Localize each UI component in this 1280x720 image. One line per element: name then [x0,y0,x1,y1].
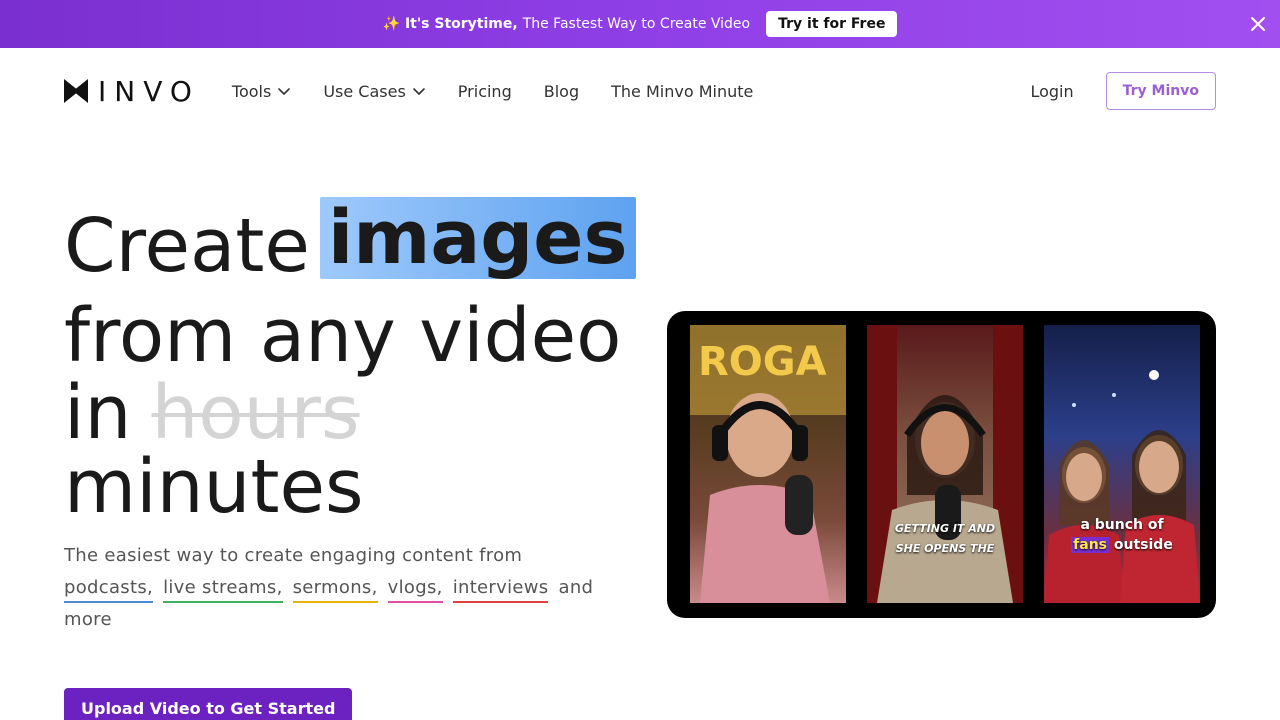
caption-text: outside [1113,537,1173,553]
caption-highlight: fans [1071,537,1110,553]
tag-interviews[interactable]: interviews [452,575,549,603]
nav-item-tools[interactable]: Tools [232,82,291,101]
logo-mark-icon [64,79,88,103]
headline-line-1: Create images [64,197,636,289]
nav-item-label: The Minvo Minute [611,81,754,101]
headline-line-2: from any video [64,293,622,379]
chevron-down-icon [278,88,291,95]
headline-highlight-word: images [319,197,636,279]
tag-podcasts[interactable]: podcasts, [64,575,154,603]
video-caption-2: GETTING IT AND SHE OPENS THE [867,519,1023,559]
nav-item-label: Blog [543,81,580,101]
headline-line-4: minutes [64,444,364,530]
nav-links: Tools Use Cases Pricing Blog The Minvo M… [232,82,753,101]
main-navbar: INVO Tools Use Cases Pricing Blog The Mi… [0,48,1280,134]
concert-crowd-image [1044,370,1200,603]
tag-sermons[interactable]: sermons, [292,575,378,603]
caption-line: GETTING IT AND [894,522,996,535]
nav-actions: Login Try Minvo [1030,72,1216,110]
minvo-logo[interactable]: INVO [64,75,200,108]
chevron-down-icon [412,88,425,95]
nav-item-blog[interactable]: Blog [544,82,579,101]
subtitle-intro: The easiest way to create engaging conte… [64,545,523,566]
headline-create: Create [64,203,310,289]
tag-vlogs[interactable]: vlogs, [387,575,443,603]
svg-text:ROGA: ROGA [698,339,827,385]
nav-item-label: Use Cases [323,81,406,101]
nav-item-label: Tools [231,81,272,101]
announcement-banner: ✨ It's Storytime, The Fastest Way to Cre… [0,0,1280,48]
banner-strong-text: It's Storytime, [404,16,518,32]
caption-line: a bunch of [1080,517,1164,533]
banner-text: The Fastest Way to Create Video [522,16,751,32]
caption-line: fans outside [1044,535,1200,555]
nav-item-label: Pricing [457,81,512,101]
tag-live-streams[interactable]: live streams, [163,575,283,603]
video-preview[interactable]: ROGA GETTING IT AND SHE OPENS THE a bunc… [667,311,1216,618]
video-clip-2: GETTING IT AND SHE OPENS THE [867,325,1023,603]
headline-line-3: in hours [64,375,360,451]
banner-try-free-button[interactable]: Try it for Free [766,11,898,37]
upload-video-button[interactable]: Upload Video to Get Started [64,688,353,720]
nav-item-pricing[interactable]: Pricing [458,82,512,101]
login-link[interactable]: Login [1030,82,1073,101]
sparkle-icon: ✨ [382,16,400,32]
close-icon[interactable] [1248,14,1268,34]
video-caption-3: a bunch of fans outside [1044,515,1200,555]
banner-message: ✨ It's Storytime, The Fastest Way to Cre… [383,16,751,32]
nav-item-use-cases[interactable]: Use Cases [323,82,425,101]
logo-text: INVO [98,74,200,108]
video-clip-1: ROGA [690,325,846,603]
try-minvo-button[interactable]: Try Minvo [1105,72,1216,110]
podcast-host-image: ROGA [690,325,846,603]
hero-subtitle: The easiest way to create engaging conte… [64,540,624,636]
video-clip-3: a bunch of fans outside [1044,325,1200,603]
nav-item-minvo-minute[interactable]: The Minvo Minute [611,82,753,101]
caption-line: SHE OPENS THE [895,542,995,555]
podcast-guest-image [867,325,1023,603]
